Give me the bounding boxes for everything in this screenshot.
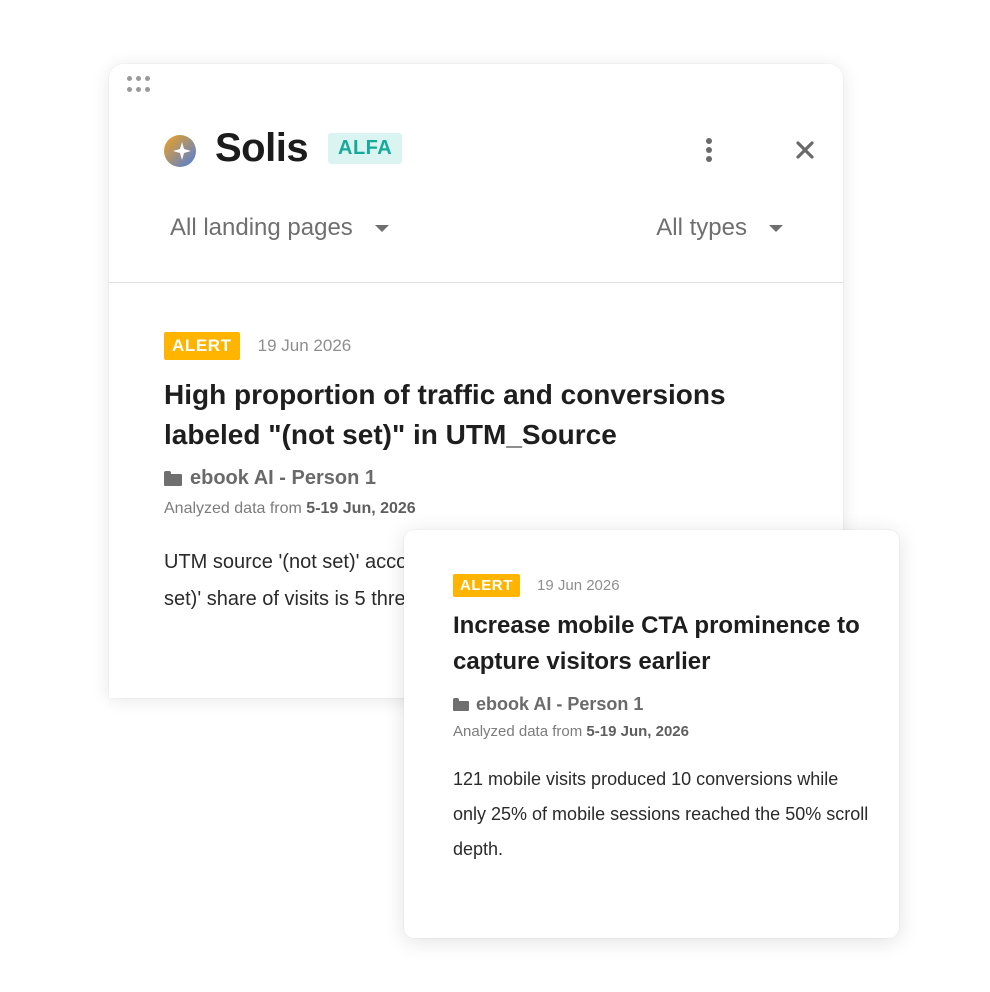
source-label: ebook AI - Person 1 bbox=[476, 694, 644, 714]
more-vertical-icon[interactable] bbox=[698, 134, 720, 166]
insight-date: 19 Jun 2026 bbox=[537, 577, 620, 594]
insight-date: 19 Jun 2026 bbox=[257, 336, 352, 355]
insight-title: Increase mobile CTA prominence to captur… bbox=[453, 612, 860, 675]
landing-pages-label: All landing pages bbox=[170, 214, 353, 241]
panel-header: Solis ALFA bbox=[163, 126, 843, 180]
insight-title: High proportion of traffic and conversio… bbox=[164, 379, 726, 450]
caret-down-icon bbox=[769, 224, 783, 232]
insight-source: ebook AI - Person 1 bbox=[164, 467, 804, 490]
types-dropdown[interactable]: All types bbox=[656, 214, 783, 242]
analyzed-range: Analyzed data from 5-19 Jun, 2026 bbox=[453, 723, 869, 740]
analyzed-prefix: Analyzed data from bbox=[164, 500, 307, 517]
drag-handle-icon[interactable] bbox=[127, 76, 155, 94]
insight-meta: ALERT 19 Jun 2026 bbox=[164, 332, 804, 360]
folder-icon bbox=[453, 698, 469, 711]
close-icon[interactable] bbox=[791, 136, 819, 164]
insight-card-popup[interactable]: ALERT 19 Jun 2026 Increase mobile CTA pr… bbox=[404, 530, 899, 938]
caret-down-icon bbox=[374, 224, 389, 232]
analyzed-range: Analyzed data from 5-19 Jun, 2026 bbox=[164, 500, 804, 518]
analyzed-dates: 5-19 Jun, 2026 bbox=[306, 500, 416, 517]
filter-bar: All landing pages All types bbox=[170, 214, 783, 250]
source-label: ebook AI - Person 1 bbox=[190, 467, 376, 489]
landing-pages-dropdown[interactable]: All landing pages bbox=[170, 214, 389, 242]
insight-source: ebook AI - Person 1 bbox=[453, 694, 869, 715]
folder-icon bbox=[164, 471, 182, 486]
alert-badge: ALERT bbox=[164, 332, 240, 360]
alfa-badge: ALFA bbox=[328, 133, 403, 164]
alert-badge: ALERT bbox=[453, 574, 520, 597]
insight-body: 121 mobile visits produced 10 conversion… bbox=[453, 769, 869, 859]
insight-meta: ALERT 19 Jun 2026 bbox=[453, 574, 869, 597]
types-label: All types bbox=[656, 214, 747, 241]
analyzed-dates: 5-19 Jun, 2026 bbox=[586, 723, 689, 740]
solis-logo-icon bbox=[164, 135, 196, 167]
analyzed-prefix: Analyzed data from bbox=[453, 723, 587, 740]
header-divider bbox=[109, 282, 843, 283]
app-title: Solis bbox=[215, 126, 309, 170]
